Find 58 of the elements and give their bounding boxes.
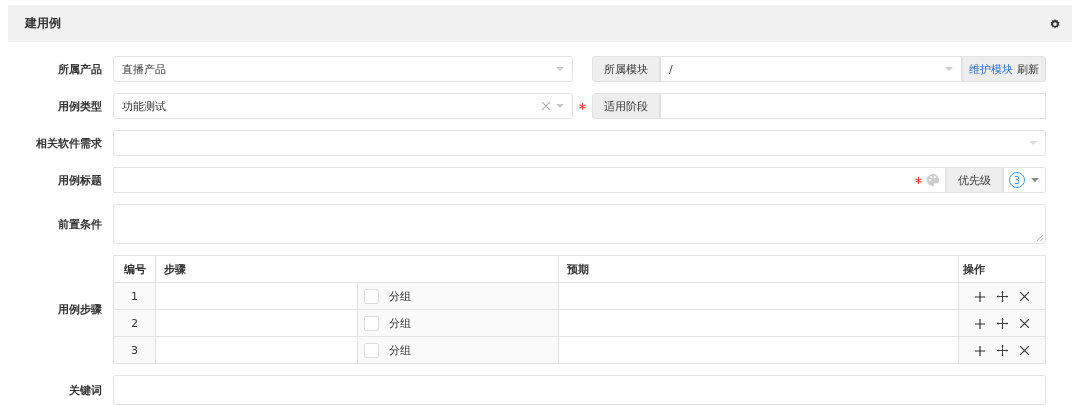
caret-icon [1031,178,1039,182]
add-icon[interactable] [975,318,985,329]
field-label: 相关软件需求 [35,135,102,151]
step-input[interactable] [155,282,357,310]
move-icon[interactable] [997,291,1008,302]
caret-icon [945,67,953,71]
panel-title: 建用例 [25,15,61,32]
title-input[interactable] [113,167,946,193]
palette-icon[interactable] [926,173,940,187]
add-icon[interactable] [975,291,985,302]
column-header: 操作 [958,255,1046,283]
field-label: 用例步骤 [57,302,102,317]
priority-addon: 优先级 [946,167,1003,193]
refresh-link[interactable]: 刷新 [1017,61,1039,77]
column-header: 编号 [113,255,156,283]
step-number: 2 [113,309,156,337]
step-number: 1 [113,282,156,310]
caret-icon [556,67,564,71]
column-header: 预期 [558,255,959,283]
move-icon[interactable] [997,345,1008,356]
product-select[interactable]: 直播产品 [113,56,573,82]
step-number: 3 [113,336,156,364]
settings-icon[interactable] [1050,18,1060,29]
caret-icon [1029,141,1037,145]
field-label: 前置条件 [57,217,102,232]
column-header: 步骤 [155,255,559,283]
move-icon[interactable] [997,318,1008,329]
expected-input[interactable] [558,282,959,310]
precondition-textarea[interactable] [113,204,1046,244]
expected-input[interactable] [558,336,959,364]
field-label: 用例标题 [57,172,102,188]
clear-icon[interactable] [542,102,550,110]
case-type-select[interactable]: 功能测试 [113,93,573,119]
delete-icon[interactable] [1020,346,1029,355]
group-label: 分组 [388,343,411,357]
resize-handle-icon[interactable] [1036,234,1043,241]
keywords-input[interactable] [113,375,1046,405]
expected-input[interactable] [558,309,959,337]
caret-icon [556,104,564,108]
delete-icon[interactable] [1020,319,1029,328]
field-label: 关键词 [68,382,102,398]
requirement-select[interactable] [113,130,1046,156]
stage-input[interactable] [660,93,1046,119]
group-label: 分组 [388,316,411,330]
delete-icon[interactable] [1020,292,1029,301]
field-label: 所属产品 [57,61,102,77]
group-checkbox[interactable] [363,288,379,304]
step-input[interactable] [155,336,357,364]
add-icon[interactable] [975,345,985,356]
maintain-module-link[interactable]: 维护模块 [969,61,1013,77]
stage-addon: 适用阶段 [592,93,660,119]
group-checkbox[interactable] [363,315,379,331]
step-input[interactable] [155,309,357,337]
group-checkbox[interactable] [363,342,379,358]
group-label: 分组 [388,289,411,303]
module-addon: 所属模块 [592,56,660,82]
module-select[interactable]: / [660,56,962,82]
field-label: 用例类型 [57,98,102,114]
